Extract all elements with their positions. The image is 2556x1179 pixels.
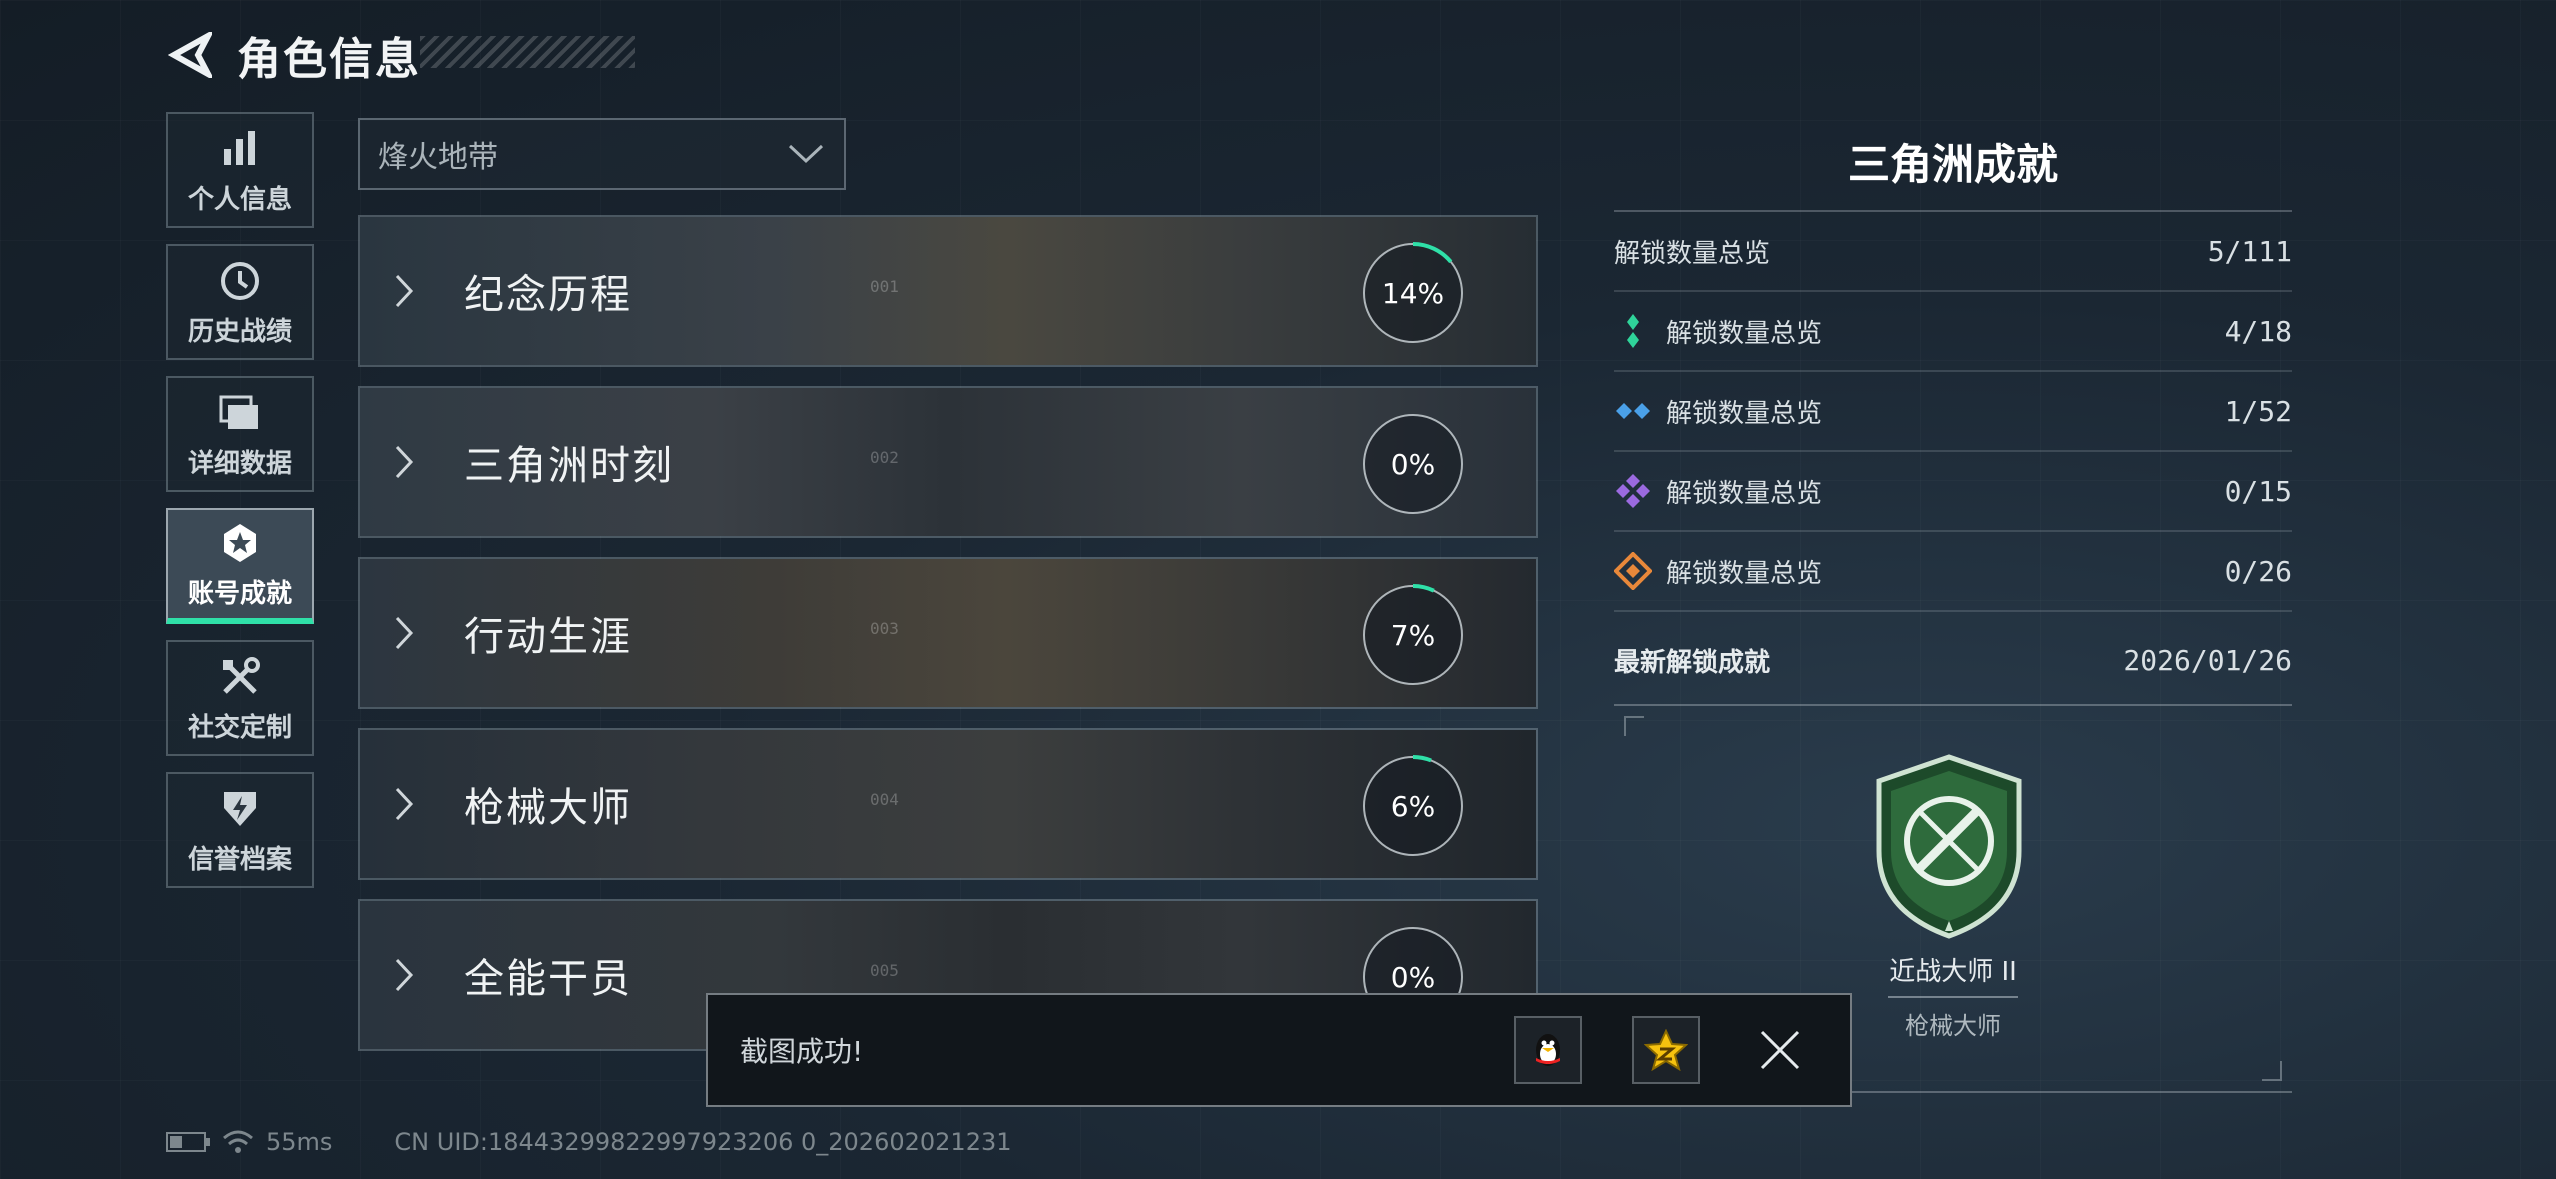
category-index: 002 (870, 448, 899, 467)
category-row[interactable]: 004 枪械大师 6% (358, 728, 1538, 880)
progress-percent: 7% (1390, 618, 1436, 652)
chevron-right-icon (395, 616, 414, 650)
user-uid: CN UID:18443299822997923206 0_2026020212… (394, 1128, 1012, 1156)
green-gem-icon (1614, 312, 1652, 350)
screenshot-toast: 截图成功! (706, 993, 1852, 1107)
rarity-label: 解锁数量总览 (1666, 478, 1823, 509)
sidebar-item-label: 个人信息 (187, 184, 292, 215)
history-clock-icon (221, 261, 259, 300)
close-toast-button[interactable] (1750, 1020, 1810, 1080)
bar-chart-icon (224, 130, 255, 165)
rarity-label: 解锁数量总览 (1666, 318, 1823, 349)
chevron-right-icon (395, 445, 414, 479)
achievement-badge-icon (1876, 754, 2022, 939)
achievement-summary-panel: 三角洲成就 解锁数量总览 5/111 解锁数量总览 4/18 解锁数量总览 1/… (1614, 130, 2292, 1093)
sidebar-item-detail-data[interactable]: 详细数据 (166, 376, 314, 492)
sidebar-nav: 个人信息 历史战绩 详细数据 账号成就 社交定制 信誉档案 (166, 112, 316, 904)
qzone-star-icon (1644, 1029, 1688, 1071)
category-row[interactable]: 001 纪念历程 14% (358, 215, 1538, 367)
latest-unlock-label: 最新解锁成就 (1614, 647, 1771, 678)
summary-total-row: 解锁数量总览 5/111 (1614, 212, 2292, 292)
qq-penguin-icon (1536, 1034, 1560, 1066)
sidebar-item-label: 信誉档案 (187, 844, 292, 875)
toast-message: 截图成功! (740, 1035, 864, 1068)
summary-rarity-row: 解锁数量总览 1/52 (1614, 372, 2292, 452)
rarity-label: 解锁数量总览 (1666, 398, 1823, 429)
category-index: 005 (870, 961, 899, 980)
progress-percent: 14% (1381, 276, 1445, 310)
rarity-value: 0/26 (2224, 554, 2292, 588)
progress-ring: 14% (1360, 240, 1466, 346)
sidebar-item-achievements[interactable]: 账号成就 (166, 508, 314, 624)
folders-icon (219, 395, 258, 429)
achievement-category-list: 001 纪念历程 14% 002 三角洲时刻 0% 003 行动生涯 7% 00… (358, 215, 1538, 1070)
purple-gem-icon (1614, 472, 1652, 510)
category-name: 枪械大师 (464, 785, 632, 831)
sidebar-item-label: 详细数据 (187, 448, 292, 479)
achievement-name: 近战大师 II (1889, 957, 2017, 987)
sidebar-item-personal-info[interactable]: 个人信息 (166, 112, 314, 228)
shield-bolt-icon (224, 791, 256, 826)
category-name: 全能干员 (464, 956, 632, 1002)
close-icon (1760, 1030, 1800, 1070)
medal-icon (224, 523, 256, 562)
summary-rarity-row: 解锁数量总览 0/26 (1614, 532, 2292, 612)
summary-total-label: 解锁数量总览 (1614, 238, 1771, 269)
divider (1888, 996, 2018, 998)
sidebar-item-social[interactable]: 社交定制 (166, 640, 314, 756)
latest-unlock-header: 最新解锁成就 2026/01/26 (1614, 616, 2292, 706)
battery-icon (166, 1132, 210, 1152)
category-index: 004 (870, 790, 899, 809)
page-title: 角色信息 (237, 34, 421, 85)
chevron-right-icon (395, 787, 414, 821)
sidebar-item-label: 历史战绩 (187, 316, 292, 347)
status-bar: 55ms CN UID:18443299822997923206 0_20260… (166, 1128, 1012, 1156)
ping-value: 55ms (266, 1128, 333, 1156)
chevron-right-icon (395, 958, 414, 992)
summary-rarity-row: 解锁数量总览 0/15 (1614, 452, 2292, 532)
rarity-value: 1/52 (2224, 394, 2292, 428)
rarity-value: 0/15 (2224, 474, 2292, 508)
chevron-right-icon (395, 274, 414, 308)
rarity-value: 4/18 (2224, 314, 2292, 348)
back-arrow-icon (168, 32, 212, 78)
category-name: 三角洲时刻 (464, 443, 674, 489)
page-header: 角色信息 (165, 25, 421, 85)
sidebar-item-label: 账号成就 (187, 578, 292, 609)
summary-title: 三角洲成就 (1614, 130, 2292, 212)
wifi-icon (223, 1130, 253, 1153)
progress-ring: 0% (1360, 411, 1466, 517)
tools-icon (223, 656, 260, 694)
mode-select[interactable]: 烽火地带 (358, 118, 846, 190)
category-index: 001 (870, 277, 899, 296)
latest-unlock-date: 2026/01/26 (2123, 643, 2292, 677)
orange-gem-icon (1614, 552, 1652, 590)
mode-select-value: 烽火地带 (378, 140, 498, 175)
summary-rarity-row: 解锁数量总览 4/18 (1614, 292, 2292, 372)
summary-total-value: 5/111 (2207, 234, 2292, 268)
back-button[interactable] (165, 30, 215, 80)
category-row[interactable]: 002 三角洲时刻 0% (358, 386, 1538, 538)
progress-percent: 6% (1390, 789, 1436, 823)
sidebar-item-label: 社交定制 (187, 712, 292, 743)
progress-ring: 6% (1360, 753, 1466, 859)
sidebar-item-reputation[interactable]: 信誉档案 (166, 772, 314, 888)
title-decoration (420, 36, 635, 68)
progress-percent: 0% (1390, 447, 1436, 481)
sidebar-item-history[interactable]: 历史战绩 (166, 244, 314, 360)
category-name: 行动生涯 (464, 614, 632, 660)
progress-ring: 7% (1360, 582, 1466, 688)
share-qzone-button[interactable] (1632, 1016, 1700, 1084)
category-name: 纪念历程 (464, 272, 632, 318)
blue-gem-icon (1614, 392, 1652, 430)
category-row[interactable]: 003 行动生涯 7% (358, 557, 1538, 709)
category-index: 003 (870, 619, 899, 638)
rarity-label: 解锁数量总览 (1666, 558, 1823, 589)
chevron-down-icon (788, 144, 824, 164)
share-qq-button[interactable] (1514, 1016, 1582, 1084)
